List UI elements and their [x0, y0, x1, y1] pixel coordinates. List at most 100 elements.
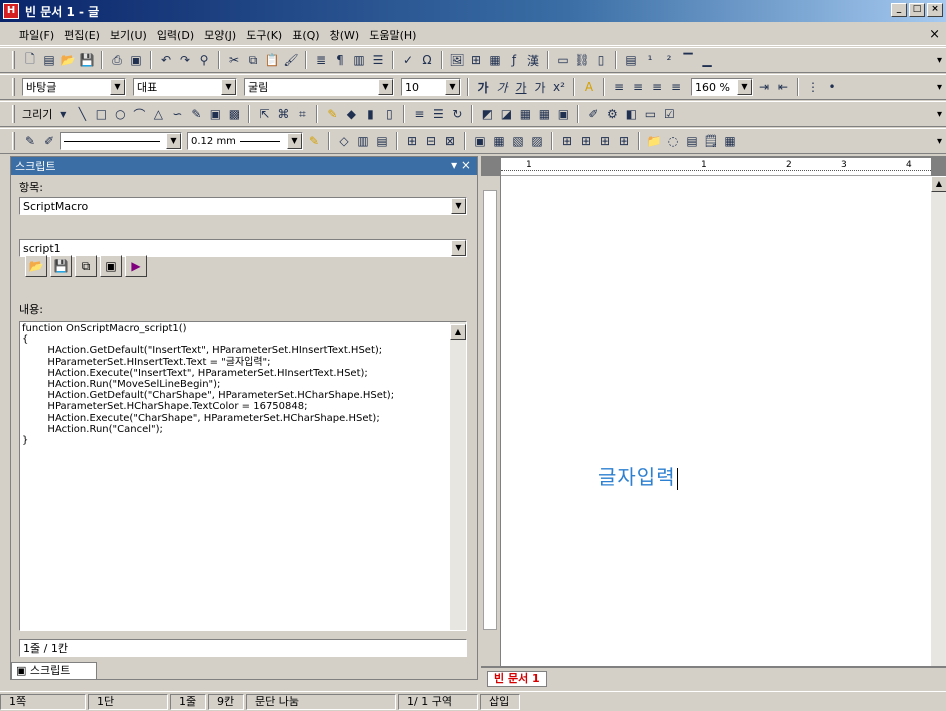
textbox-draw-icon[interactable]: ▭ — [642, 106, 658, 122]
bookmark-icon[interactable]: ▯ — [593, 52, 609, 68]
checkbox-icon[interactable]: ☑ — [661, 106, 677, 122]
run-script-icon[interactable]: ▶ — [125, 255, 147, 277]
paragraph-icon[interactable]: ¶ — [332, 52, 348, 68]
bullet-list-icon[interactable]: • — [824, 79, 840, 95]
indent-icon[interactable]: ⇥ — [756, 79, 772, 95]
document-close-icon[interactable]: × — [929, 27, 940, 42]
script-editor[interactable]: function OnScriptMacro_script1() { HActi… — [19, 321, 467, 631]
redo-icon[interactable]: ↷ — [177, 52, 193, 68]
editor-vertical-scrollbar[interactable]: ▲ — [450, 322, 466, 630]
pane-close-icon[interactable]: ▾ × — [451, 158, 471, 172]
image-insert-icon[interactable]: ▣ — [207, 106, 223, 122]
arc-tool-icon[interactable]: ⌒ — [131, 106, 147, 122]
save-script-icon[interactable]: 💾 — [50, 255, 72, 277]
column-icon[interactable]: ▥ — [355, 133, 371, 149]
header-icon[interactable]: ▔ — [680, 52, 696, 68]
horizontal-ruler[interactable]: 1 1 2 3 4 — [501, 158, 931, 176]
bold-icon[interactable]: 가 — [475, 79, 491, 95]
copy-script-icon[interactable]: ⧉ — [75, 255, 97, 277]
align-right-icon[interactable]: ≡ — [649, 79, 665, 95]
menu-view[interactable]: 보기(U) — [105, 27, 152, 43]
line-tool-icon[interactable]: ╲ — [74, 106, 90, 122]
save-icon[interactable]: 💾 — [79, 52, 95, 68]
hyperlink-icon[interactable]: ⛓ — [574, 52, 590, 68]
script-code[interactable]: function OnScriptMacro_script1() { HActi… — [20, 322, 466, 446]
edit-script-icon[interactable]: ▣ — [100, 255, 122, 277]
print-icon[interactable]: ⎙ — [109, 52, 125, 68]
formula-icon[interactable]: ƒ — [506, 52, 522, 68]
dropdown-icon[interactable]: ▼ — [55, 106, 71, 122]
curve-tool-icon[interactable]: ∽ — [169, 106, 185, 122]
shape-icon[interactable]: ◌ — [665, 133, 681, 149]
insert-row-icon[interactable]: ⊟ — [423, 133, 439, 149]
new-document-icon[interactable]: 🗋 — [22, 52, 38, 68]
document-page[interactable]: 글자입력 — [501, 176, 931, 666]
find-icon[interactable]: ⚲ — [196, 52, 212, 68]
italic-icon[interactable]: 가 — [494, 79, 510, 95]
align-center-icon[interactable]: ≡ — [668, 79, 684, 95]
open-folder-icon[interactable]: 📂 — [60, 52, 76, 68]
select-object-icon[interactable]: ⇱ — [256, 106, 272, 122]
font-color-icon[interactable]: A — [581, 79, 597, 95]
document-text[interactable]: 글자입력 — [598, 461, 678, 490]
cell-border-icon[interactable]: ▧ — [510, 133, 526, 149]
menu-format[interactable]: 모양(J) — [199, 27, 241, 43]
align-left-icon[interactable]: ≡ — [630, 79, 646, 95]
columns-icon[interactable]: ▥ — [351, 52, 367, 68]
copy-icon[interactable]: ⧉ — [245, 52, 261, 68]
font-size-select[interactable]: 10 ▼ — [401, 78, 461, 96]
dictionary-icon[interactable]: Ω — [419, 52, 435, 68]
document-vertical-scrollbar[interactable]: ▲ — [931, 176, 946, 666]
cut-icon[interactable]: ✂ — [226, 52, 242, 68]
ungroup-icon[interactable]: ⌗ — [294, 106, 310, 122]
hwp-app-icon[interactable]: H — [3, 3, 19, 19]
scroll-up-icon[interactable]: ▲ — [450, 324, 466, 340]
table-grid-icon[interactable]: ⊞ — [559, 133, 575, 149]
maximize-button[interactable]: □ — [909, 3, 925, 17]
frame-icon[interactable]: ▣ — [555, 106, 571, 122]
line-color-pen-icon[interactable]: ✎ — [306, 133, 322, 149]
menu-insert[interactable]: 입력(D) — [152, 27, 199, 43]
document-tab[interactable]: 빈 문서 1 — [487, 671, 547, 687]
table-grid4-icon[interactable]: ⊞ — [616, 133, 632, 149]
font-select[interactable]: 굴림 ▼ — [244, 78, 394, 96]
footnote-icon[interactable]: ¹ — [642, 52, 658, 68]
fill-color-icon[interactable]: ◆ — [343, 106, 359, 122]
shadow-icon[interactable]: ◩ — [479, 106, 495, 122]
line-overflow-icon[interactable]: ▾ — [937, 136, 942, 147]
cell-fill-icon[interactable]: ▨ — [529, 133, 545, 149]
pencil-tool-icon[interactable]: ✎ — [188, 106, 204, 122]
line-width-select[interactable]: 0.12 mm ▼ — [187, 132, 303, 150]
script-tab[interactable]: ▣ 스크립트 — [11, 662, 97, 680]
template-icon[interactable]: ▤ — [41, 52, 57, 68]
edit-shape-icon[interactable]: ✐ — [585, 106, 601, 122]
open-script-icon[interactable]: 📂 — [25, 255, 47, 277]
underline-icon[interactable]: 가 — [513, 79, 529, 95]
memo-icon[interactable]: ▤ — [684, 133, 700, 149]
minimize-button[interactable]: _ — [891, 3, 907, 17]
footer-icon[interactable]: ▁ — [699, 52, 715, 68]
paste-icon[interactable]: 📋 — [264, 52, 280, 68]
hanja-icon[interactable]: 漢 — [525, 52, 541, 68]
note-icon[interactable]: 🗒 — [703, 133, 719, 149]
shape-style-icon[interactable]: ◇ — [336, 133, 352, 149]
line-style-select[interactable]: ▼ — [60, 132, 182, 150]
endnote-icon[interactable]: ² — [661, 52, 677, 68]
table-grid3-icon[interactable]: ⊞ — [597, 133, 613, 149]
format-painter-icon[interactable]: 🖌 — [283, 52, 299, 68]
close-button[interactable]: × — [927, 3, 943, 17]
outline-icon[interactable]: 가 — [532, 79, 548, 95]
folder-icon[interactable]: 📁 — [646, 133, 662, 149]
cell-split-icon[interactable]: ▦ — [491, 133, 507, 149]
align-justify-icon[interactable]: ≡ — [611, 79, 627, 95]
menu-table[interactable]: 표(Q) — [287, 27, 324, 43]
ellipse-tool-icon[interactable]: ○ — [112, 106, 128, 122]
item-select[interactable]: ScriptMacro ▼ — [19, 197, 467, 215]
menu-edit[interactable]: 편집(E) — [59, 27, 105, 43]
align-objects-icon[interactable]: ≡ — [411, 106, 427, 122]
cell-merge-icon[interactable]: ▣ — [472, 133, 488, 149]
line-color-icon[interactable]: ✎ — [324, 106, 340, 122]
distribute-icon[interactable]: ☰ — [430, 106, 446, 122]
extra-icon[interactable]: ▦ — [722, 133, 738, 149]
send-back-icon[interactable]: ▯ — [381, 106, 397, 122]
